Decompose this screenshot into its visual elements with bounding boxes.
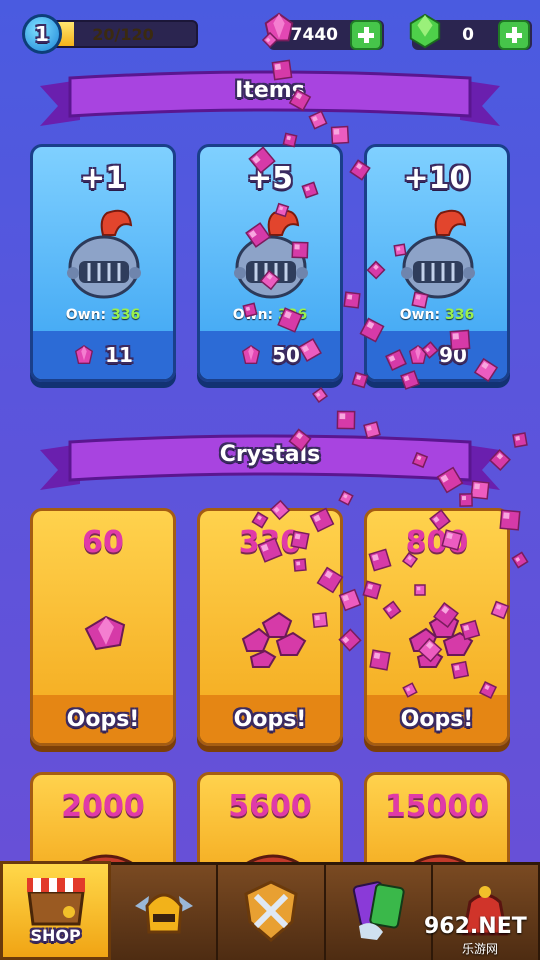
crystal-pile-icon [241,611,307,668]
knight-helmet-icon [67,209,141,299]
coin-value: 7440 [290,25,338,45]
nav-tab-hero-helmet[interactable] [111,865,219,960]
green-gem-icon [409,13,441,49]
crystal-amount: 2000 [61,789,145,824]
crystal-particle [330,125,350,145]
crystal-amount: 15000 [384,789,490,824]
crystal-particle [512,432,528,448]
item-quantity: +1 [79,161,126,196]
crystal-pack-card[interactable]: 330 Oops! [197,508,343,746]
buy-item-button[interactable]: 11 [33,331,173,379]
crystal-particle [343,291,361,309]
xp-text: 20/120 [92,25,154,44]
item-card[interactable]: +1 Own: 336 11 [30,144,176,382]
own-label: Own: [65,307,107,323]
add-coins-button[interactable] [350,20,382,50]
item-card[interactable]: +10 Own: 336 90 [364,144,510,382]
coin-counter: 7440 [264,12,384,50]
battle-shield-icon [236,876,306,950]
nav-tab-battle-shield[interactable] [218,865,326,960]
own-value: 336 [111,307,141,323]
watermark-text: 962.NET [424,914,527,939]
own-label: Own: [232,307,274,323]
watermark: 962.NET 乐游网 [424,910,536,956]
nav-tab-cards[interactable] [326,865,433,960]
top-bar: 20/120 1 7440 0 [0,0,540,70]
cards-icon [343,876,413,950]
purchase-unavailable-button[interactable]: Oops! [367,695,507,743]
item-owned: Own: 336 [367,307,507,323]
add-gems-button[interactable] [498,20,530,50]
crystal-icon [75,345,94,364]
own-label: Own: [399,307,441,323]
items-ribbon: Items [40,68,500,128]
crystal-particle [459,493,473,507]
crystal-particle [338,490,354,506]
crystal-pack-card[interactable]: 800 Oops! [364,508,510,746]
item-price: 90 [439,343,467,367]
item-price: 11 [105,343,133,367]
crystal-icon [409,345,428,364]
item-quantity: +5 [246,161,293,196]
crystal-amount: 800 [405,525,469,560]
gem-counter: 0 [409,13,532,50]
purchase-unavailable-button[interactable]: Oops! [200,695,340,743]
items-title: Items [235,78,305,103]
crystal-particle [511,551,529,569]
crystal-icon [242,345,261,364]
buy-item-button[interactable]: 50 [200,331,340,379]
own-value: 336 [278,307,308,323]
crystal-amount: 60 [82,525,124,560]
nav-tab-shop[interactable]: SHOP [0,861,112,960]
crystal-amount: 330 [238,525,302,560]
crystal-amount: 5600 [228,789,312,824]
item-quantity: +10 [403,161,471,196]
watermark-sub: 乐游网 [462,942,499,956]
item-owned: Own: 336 [200,307,340,323]
knight-helmet-icon [234,209,308,299]
crystal-particle [311,386,329,404]
shop-chest-icon [21,868,91,934]
item-owned: Own: 336 [33,307,173,323]
xp-bar: 20/120 [48,20,198,48]
nav-tab-label: SHOP [30,926,81,945]
crystals-title: Crystals [219,442,321,467]
purchase-unavailable-button[interactable]: Oops! [33,695,173,743]
crystal-pile-icon [84,615,126,651]
gem-value: 0 [462,25,474,45]
crystal-pile-icon [408,611,474,668]
level-badge[interactable]: 1 [22,14,62,54]
crystals-ribbon: Crystals [40,432,500,492]
item-price: 50 [272,343,300,367]
item-card[interactable]: +5 Own: 336 50 [197,144,343,382]
hero-helmet-icon [129,876,199,950]
knight-helmet-icon [401,209,475,299]
buy-item-button[interactable]: 90 [367,331,507,379]
crystal-pack-card[interactable]: 60 Oops! [30,508,176,746]
own-value: 336 [445,307,475,323]
crystal-particle [336,410,356,430]
